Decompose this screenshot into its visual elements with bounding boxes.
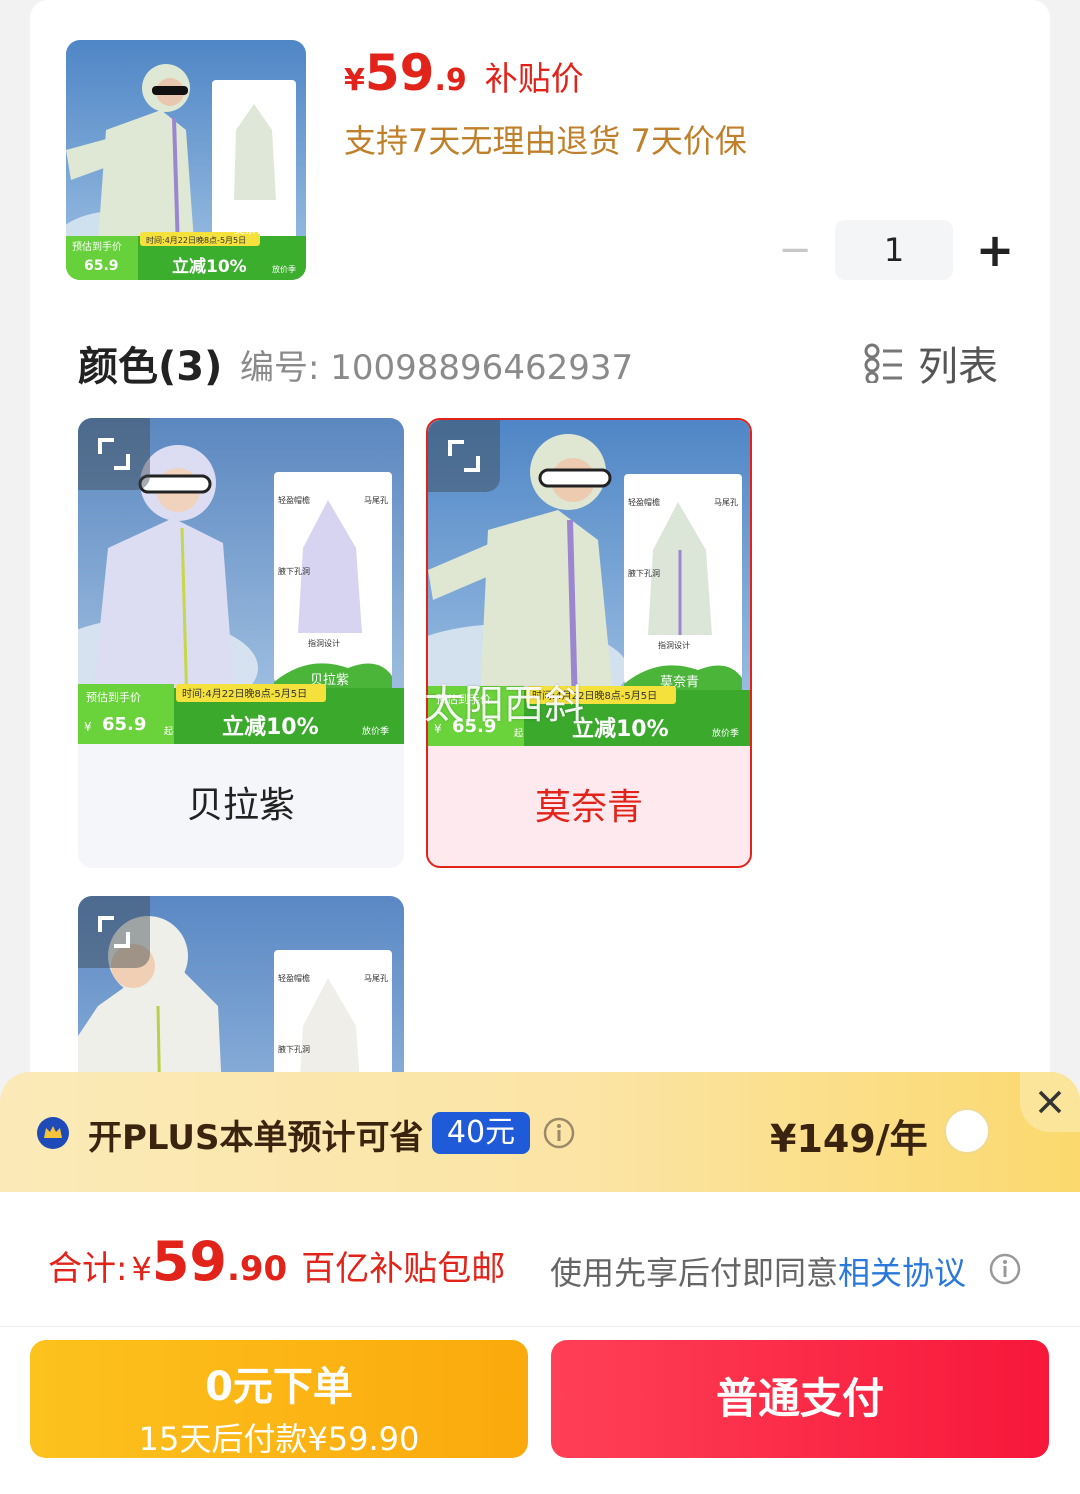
- list-view-toggle[interactable]: 列表: [864, 334, 998, 392]
- price-decimal: .9: [434, 63, 467, 98]
- callout-label: 轻盈帽檐: [628, 497, 660, 507]
- agreement-prefix: 使用先享后付即同意: [550, 1254, 839, 1292]
- swatch-est-label: 预估到手价: [86, 690, 141, 704]
- thumb-time: 时间:4月22日晚8点-5月5日: [146, 235, 246, 245]
- price-symbol: ¥: [344, 63, 365, 98]
- thumb-est-label: 预估到手价: [72, 240, 122, 253]
- quantity-stepper: − 1 +: [775, 220, 1015, 280]
- info-icon[interactable]: [542, 1116, 576, 1150]
- swatch-time: 时间:4月22日晚8点-5月5日: [182, 687, 307, 700]
- swatch-est-price: 65.9: [102, 714, 146, 735]
- plus-savings-badge: 40元: [432, 1112, 530, 1154]
- expand-image-button[interactable]: [78, 896, 150, 968]
- list-view-label: 列表: [918, 344, 998, 390]
- watermark: 太阳西斜: [424, 682, 584, 728]
- normal-pay-button[interactable]: 普通支付: [551, 1340, 1049, 1458]
- callout-label: 腋下孔洞: [278, 566, 310, 576]
- product-thumbnail[interactable]: 时间:4月22日晚8点-5月5日 预估到手价 65.9 立减10% 莫奈青 放价…: [66, 40, 306, 280]
- close-plus-button[interactable]: [1020, 1072, 1080, 1132]
- service-promises: 支持7天无理由退货 7天价保: [344, 122, 747, 160]
- plus-membership-bar[interactable]: 开PLUS本单预计可省 40元 ¥149/年: [0, 1072, 1080, 1192]
- increase-button[interactable]: +: [975, 220, 1015, 280]
- plus-savings-text: 开PLUS本单预计可省: [88, 1118, 424, 1158]
- subsidy-shipping-note: 百亿补贴包邮: [301, 1249, 506, 1289]
- swatch-discount: 立减10%: [222, 714, 319, 740]
- plus-select-radio[interactable]: [944, 1108, 990, 1154]
- expand-icon: [98, 438, 130, 470]
- callout-label: 轻盈帽檐: [278, 495, 310, 505]
- close-icon: [1038, 1090, 1062, 1114]
- color-option-image: 轻盈帽檐 马尾孔 腋下孔洞 指洞设计 贝拉紫 时间:4月22日晚8点-5月5日 …: [78, 418, 404, 744]
- total-label: 合计:: [48, 1249, 128, 1289]
- swatch-discount: 立减10%: [572, 716, 669, 742]
- product-code: 编号: 10098896462937: [240, 348, 634, 388]
- thumb-est-price: 65.9: [84, 258, 119, 274]
- price-integer: 59: [364, 44, 435, 102]
- checkout-bar: 合计: ¥59.90 百亿补贴包邮 使用先享后付即同意相关协议 0元下单 15天后付…: [0, 1192, 1080, 1494]
- agreement-text: 使用先享后付即同意相关协议: [550, 1248, 966, 1294]
- pay-later-title: 0元下单: [205, 1364, 353, 1410]
- color-option-label: 莫奈青: [534, 787, 643, 828]
- expand-image-button[interactable]: [428, 420, 500, 492]
- color-section-title: 颜色(3): [78, 344, 223, 390]
- callout-label: 腋下孔洞: [278, 1044, 310, 1054]
- total-symbol: ¥: [131, 1250, 152, 1288]
- callout-label: 轻盈帽檐: [278, 973, 310, 983]
- callout-label: 马尾孔: [714, 498, 738, 507]
- thumb-discount: 立减10%: [172, 256, 247, 277]
- divider: [0, 1326, 1080, 1327]
- thumb-color-tag: 莫奈青: [234, 222, 267, 236]
- callout-label: 马尾孔: [364, 496, 388, 505]
- plus-crown-icon: [37, 1117, 69, 1149]
- quantity-input[interactable]: 1: [835, 220, 953, 280]
- pay-later-subtitle: 15天后付款¥59.90: [138, 1420, 420, 1458]
- swatch-yen: ¥: [84, 720, 92, 734]
- swatch-qi: 起: [164, 726, 173, 737]
- expand-icon: [98, 916, 130, 948]
- decrease-button[interactable]: −: [775, 220, 815, 280]
- total-decimal: .90: [226, 1249, 288, 1289]
- plus-yearly-price: ¥149/年: [770, 1117, 928, 1161]
- expand-image-button[interactable]: [78, 418, 150, 490]
- callout-label: 指洞设计: [658, 640, 690, 650]
- info-icon[interactable]: [988, 1252, 1022, 1286]
- color-option-bella-purple[interactable]: 轻盈帽檐 马尾孔 腋下孔洞 指洞设计 贝拉紫 时间:4月22日晚8点-5月5日 …: [78, 418, 404, 868]
- total-integer: 59: [151, 1230, 227, 1293]
- callout-label: 马尾孔: [364, 974, 388, 983]
- product-thumbnail-image: 时间:4月22日晚8点-5月5日 预估到手价 65.9 立减10% 莫奈青 放价…: [66, 40, 306, 280]
- price-tag: 补贴价: [484, 59, 584, 98]
- pay-later-button[interactable]: 0元下单 15天后付款¥59.90: [30, 1340, 528, 1458]
- thumb-season: 放价季: [272, 264, 296, 274]
- expand-icon: [448, 440, 480, 472]
- list-icon: [864, 343, 902, 383]
- callout-label: 腋下孔洞: [628, 568, 660, 578]
- color-option-label: 贝拉紫: [186, 785, 295, 826]
- agreement-link[interactable]: 相关协议: [838, 1254, 966, 1292]
- total-price: 合计: ¥59.90 百亿补贴包邮: [48, 1230, 505, 1293]
- color-option-monet-green[interactable]: 轻盈帽檐 马尾孔 腋下孔洞 指洞设计 莫奈青 时间:4月22日晚8点-5月5日 …: [426, 418, 752, 868]
- callout-label: 指洞设计: [308, 638, 340, 648]
- swatch-season: 放价季: [362, 725, 389, 737]
- product-price: ¥59.9 补贴价: [344, 44, 584, 102]
- swatch-season: 放价季: [712, 727, 739, 739]
